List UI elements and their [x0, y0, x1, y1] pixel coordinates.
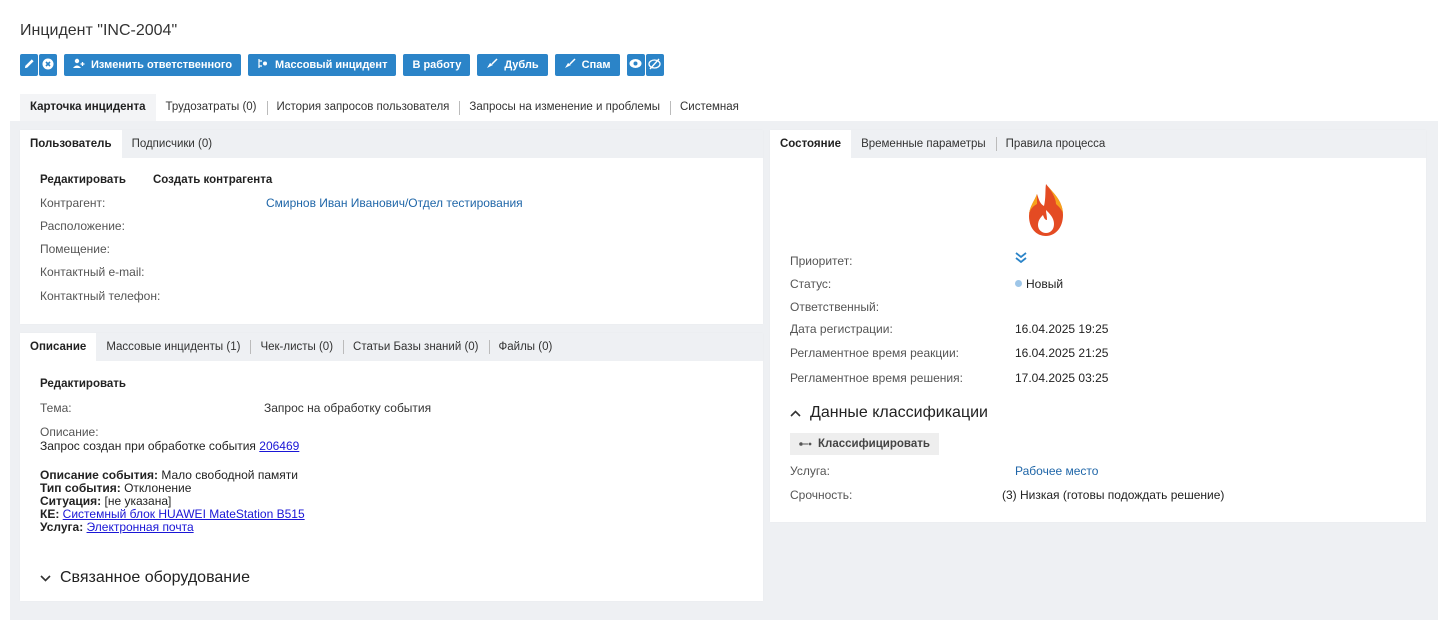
event-type-label: Тип события:	[40, 481, 121, 495]
classify-button[interactable]: Классифицировать	[790, 433, 939, 455]
edit-button[interactable]	[20, 54, 38, 76]
description-edit-link[interactable]: Редактировать	[40, 378, 126, 390]
user-add-icon	[73, 58, 85, 72]
pencil-icon	[24, 58, 35, 72]
description-label: Описание:	[40, 425, 99, 439]
tab-checklists[interactable]: Чек-листы (0)	[250, 333, 343, 361]
solution-label: Регламентное время решения:	[790, 371, 963, 385]
tab-system[interactable]: Системная	[670, 94, 749, 121]
tab-incident-card[interactable]: Карточка инцидента	[20, 94, 156, 121]
broom-icon	[564, 58, 576, 72]
eye-off-icon	[648, 58, 661, 73]
tab-files[interactable]: Файлы (0)	[488, 333, 563, 361]
eye-icon	[629, 58, 642, 72]
close-circle-icon	[42, 58, 54, 73]
state-card-tabs: Состояние Временные параметры Правила пр…	[770, 130, 1426, 158]
subject-value: Запрос на обработку события	[264, 401, 432, 415]
event-type-value: Отклонение	[124, 481, 192, 495]
situation-value: [не указана]	[104, 494, 172, 508]
tab-mass-incidents[interactable]: Массовые инциденты (1)	[96, 333, 250, 361]
room-label: Помещение:	[40, 242, 110, 256]
location-label: Расположение:	[40, 219, 125, 233]
tab-description[interactable]: Описание	[20, 333, 97, 361]
link-icon	[257, 58, 269, 72]
tab-user[interactable]: Пользователь	[20, 130, 122, 158]
service-link[interactable]: Рабочее место	[1015, 464, 1098, 478]
page-title: Инцидент "INC-2004"	[20, 22, 178, 39]
responsible-label: Ответственный:	[790, 300, 880, 314]
classification-section[interactable]: Данные классификации	[790, 404, 988, 422]
status-label: Статус:	[790, 277, 832, 291]
link-icon	[799, 438, 812, 450]
tab-user-history[interactable]: История запросов пользователя	[266, 94, 460, 121]
chevron-up-icon	[790, 406, 801, 420]
broom-icon	[486, 58, 498, 72]
chevrons-down-icon	[1015, 252, 1027, 266]
user-card: Пользователь Подписчики (0) Редактироват…	[20, 130, 763, 324]
reaction-label: Регламентное время реакции:	[790, 346, 959, 360]
phone-label: Контактный телефон:	[40, 289, 161, 303]
priority-label: Приоритет:	[790, 254, 853, 268]
ke-label: КЕ:	[40, 507, 60, 521]
content-area: Пользователь Подписчики (0) Редактироват…	[10, 121, 1438, 620]
related-equipment-section[interactable]: Связанное оборудование	[40, 569, 250, 587]
ke-link[interactable]: Системный блок HUAWEI MateStation B515	[63, 507, 305, 521]
service-label: Услуга:	[790, 464, 830, 478]
edit-close-group	[20, 54, 57, 76]
main-tabs: Карточка инцидента Трудозатраты (0) Исто…	[20, 94, 749, 121]
tab-labor[interactable]: Трудозатраты (0)	[156, 94, 267, 121]
unwatch-button[interactable]	[645, 54, 664, 76]
event-desc-label: Описание события:	[40, 468, 159, 482]
tab-state[interactable]: Состояние	[770, 130, 852, 158]
service-link[interactable]: Электронная почта	[87, 520, 194, 534]
urgency-label: Срочность:	[790, 488, 853, 502]
subject-label: Тема:	[40, 401, 72, 415]
chevron-down-icon	[40, 571, 51, 585]
reaction-value: 16.04.2025 21:25	[1015, 346, 1109, 360]
status-dot	[1015, 280, 1022, 287]
status-badge: Новый	[1015, 277, 1063, 291]
reg-date-label: Дата регистрации:	[790, 322, 893, 336]
description-card-tabs: Описание Массовые инциденты (1) Чек-лист…	[20, 333, 763, 361]
email-label: Контактный e-mail:	[40, 265, 145, 279]
mass-incident-button[interactable]: Массовый инцидент	[248, 54, 397, 76]
description-card: Описание Массовые инциденты (1) Чек-лист…	[20, 333, 763, 601]
user-card-tabs: Пользователь Подписчики (0)	[20, 130, 763, 158]
tab-time-parameters[interactable]: Временные параметры	[851, 130, 996, 158]
create-contractor-link[interactable]: Создать контрагента	[153, 174, 272, 186]
tab-process-rules[interactable]: Правила процесса	[995, 130, 1116, 158]
created-text: Запрос создан при обработке события	[40, 439, 256, 453]
state-card: Состояние Временные параметры Правила пр…	[770, 130, 1426, 522]
event-desc-value: Мало свободной памяти	[161, 468, 298, 482]
tab-changes-problems[interactable]: Запросы на изменение и проблемы	[459, 94, 670, 121]
urgency-value: (3) Низкая (готовы подождать решение)	[1002, 488, 1225, 502]
solution-value: 17.04.2025 03:25	[1015, 371, 1109, 385]
toolbar: Изменить ответственного Массовый инциден…	[20, 54, 671, 76]
change-responsible-button[interactable]: Изменить ответственного	[64, 54, 242, 76]
fire-icon	[1025, 180, 1067, 243]
event-details: Описание события: Мало свободной памяти …	[40, 469, 305, 534]
to-work-button[interactable]: В работу	[403, 54, 471, 76]
reg-date-value: 16.04.2025 19:25	[1015, 322, 1109, 336]
incident-page: Инцидент "INC-2004" Изменить ответственн…	[0, 0, 1441, 620]
duplicate-button[interactable]: Дубль	[477, 54, 548, 76]
user-edit-link[interactable]: Редактировать	[40, 174, 126, 186]
contractor-label: Контрагент:	[40, 196, 106, 210]
contractor-link[interactable]: Смирнов Иван Иванович/Отдел тестирования	[266, 196, 523, 210]
tab-subscribers[interactable]: Подписчики (0)	[122, 130, 223, 158]
spam-button[interactable]: Спам	[554, 54, 620, 76]
service-label: Услуга:	[40, 520, 84, 534]
watch-button[interactable]	[626, 54, 645, 76]
created-text-line: Запрос создан при обработке события 2064…	[40, 439, 299, 453]
event-link[interactable]: 206469	[259, 439, 299, 453]
close-button[interactable]	[39, 54, 57, 76]
situation-label: Ситуация:	[40, 494, 102, 508]
tab-knowledge-articles[interactable]: Статьи Базы знаний (0)	[343, 333, 488, 361]
